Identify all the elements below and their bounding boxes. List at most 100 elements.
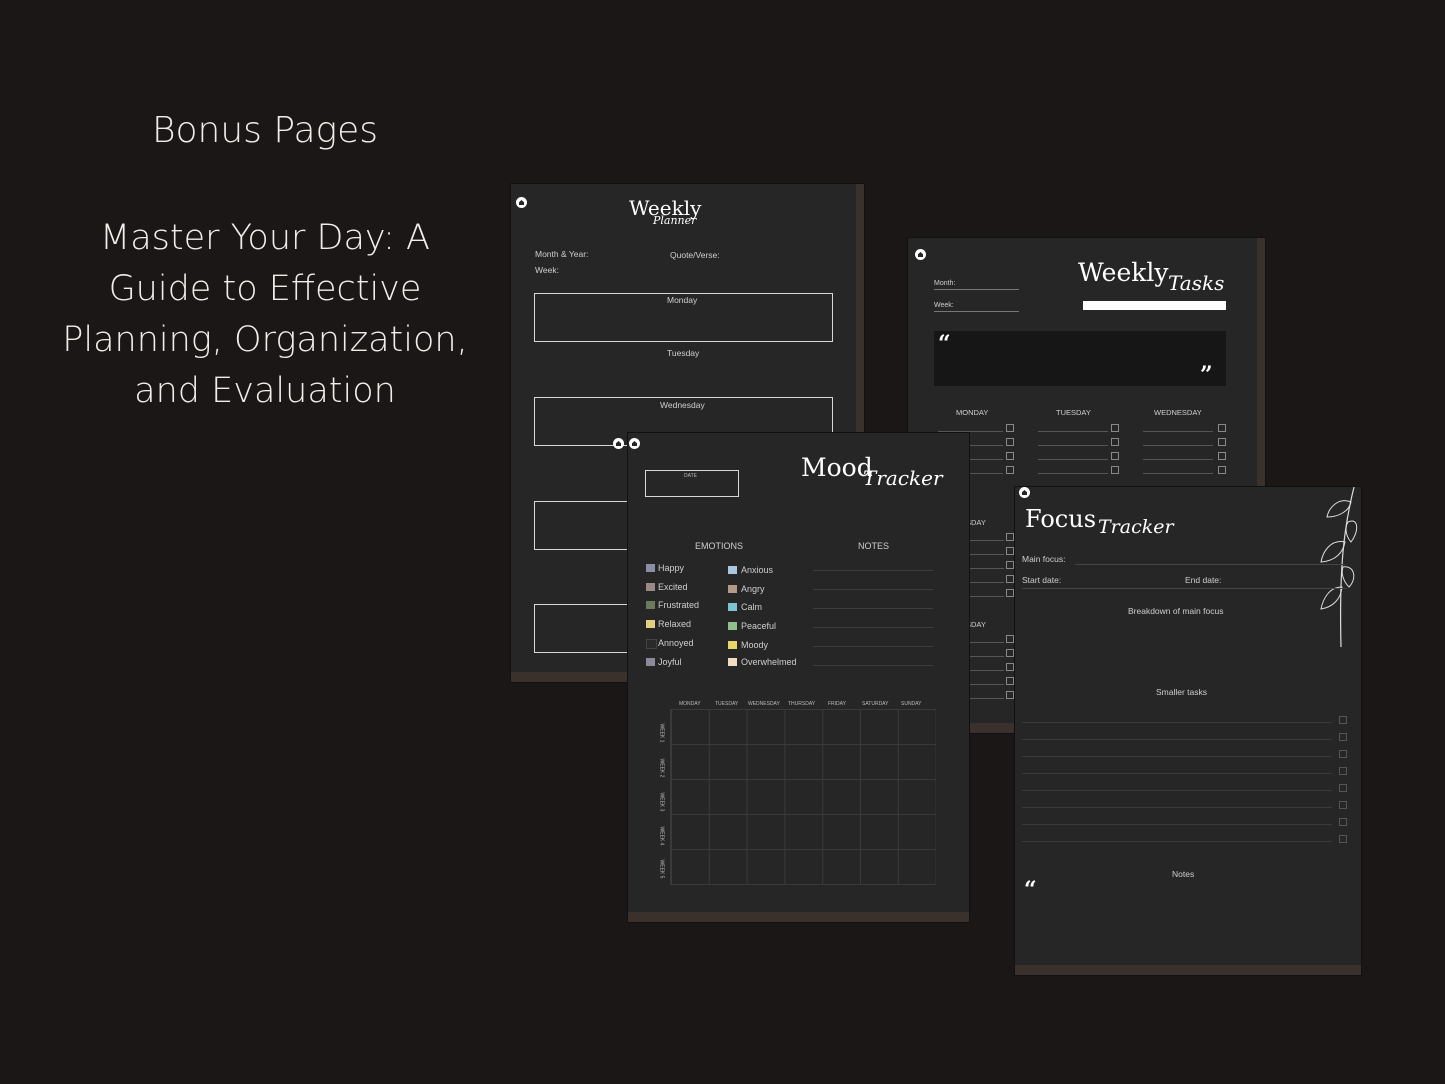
emotion-label: Angry (741, 584, 765, 594)
task-line (966, 568, 1004, 569)
task-line (1022, 773, 1332, 774)
task-line (966, 642, 1004, 643)
task-line (1038, 459, 1108, 460)
task-checkbox[interactable] (1006, 649, 1014, 657)
emotion-label: Relaxed (658, 619, 692, 629)
task-checkbox[interactable] (1006, 452, 1014, 460)
open-quote-icon: “ (938, 331, 951, 357)
task-line (966, 670, 1004, 671)
title-underline-bar (1083, 301, 1226, 310)
task-checkbox[interactable] (1339, 767, 1347, 775)
task-checkbox[interactable] (1006, 424, 1014, 432)
task-checkbox[interactable] (1006, 663, 1014, 671)
notes-line (813, 665, 933, 666)
task-checkbox[interactable] (1218, 466, 1226, 474)
emotion-label: Moody (741, 640, 769, 650)
task-line (938, 431, 1003, 432)
task-checkbox[interactable] (1339, 716, 1347, 724)
task-checkbox[interactable] (1006, 547, 1014, 555)
task-line (1022, 824, 1332, 825)
task-checkbox[interactable] (1339, 733, 1347, 741)
home-icon[interactable] (915, 249, 926, 260)
task-checkbox[interactable] (1218, 452, 1226, 460)
task-checkbox[interactable] (1006, 561, 1014, 569)
emotion-label: Joyful (658, 657, 682, 667)
weekday-label: SATURDAY (862, 701, 889, 707)
task-checkbox[interactable] (1111, 466, 1119, 474)
home-icon[interactable] (516, 197, 527, 208)
week-row-label: WEEK 4 (658, 826, 665, 846)
mood-title: Mood (801, 453, 873, 482)
weekday-label: WEDNESDAY (748, 701, 780, 707)
emotion-swatch (728, 622, 737, 630)
weekday-label: MONDAY (679, 701, 701, 707)
task-checkbox[interactable] (1218, 424, 1226, 432)
weekday-label: FRIDAY (828, 701, 846, 707)
task-checkbox[interactable] (1006, 575, 1014, 583)
close-quote-icon: ” (1200, 362, 1213, 388)
task-line (1022, 722, 1332, 723)
emotion-swatch (646, 564, 655, 572)
task-checkbox[interactable] (1339, 818, 1347, 826)
mood-grid[interactable] (670, 709, 936, 885)
task-line (1143, 473, 1213, 474)
emotion-label: Excited (658, 582, 688, 592)
home-icon[interactable] (1019, 487, 1030, 498)
task-line (1022, 807, 1332, 808)
task-line (1022, 739, 1332, 740)
tuesday-label: Tuesday (667, 348, 700, 358)
task-checkbox[interactable] (1111, 452, 1119, 460)
week-row-label: WEEK 5 (658, 859, 665, 879)
weekday-label: TUESDAY (715, 701, 739, 707)
task-line (1022, 790, 1332, 791)
task-line (966, 656, 1004, 657)
task-checkbox[interactable] (1339, 784, 1347, 792)
weekday-label: SUNDAY (901, 701, 922, 707)
task-checkbox[interactable] (1006, 635, 1014, 643)
quote-label: Quote/Verse: (670, 250, 720, 260)
home-icon[interactable] (629, 438, 640, 449)
week-line (934, 311, 1019, 312)
task-checkbox[interactable] (1111, 438, 1119, 446)
task-checkbox[interactable] (1006, 691, 1014, 699)
task-checkbox[interactable] (1218, 438, 1226, 446)
home-icon[interactable] (613, 438, 624, 449)
task-checkbox[interactable] (1339, 801, 1347, 809)
task-line (1038, 473, 1108, 474)
notes-line (813, 570, 933, 571)
task-checkbox[interactable] (1006, 589, 1014, 597)
hero-title: Bonus Pages (151, 110, 379, 151)
notes-label: Notes (1172, 869, 1195, 879)
emotion-label: Happy (658, 563, 685, 573)
task-line (1038, 445, 1108, 446)
task-checkbox[interactable] (1006, 438, 1014, 446)
open-quote-icon: “ (1024, 877, 1037, 903)
focus-title: Focus (1025, 505, 1097, 533)
start-date-label: Start date: (1022, 575, 1062, 585)
emotion-label: Overwhelmed (741, 657, 797, 667)
task-checkbox[interactable] (1006, 466, 1014, 474)
emotion-label: Annoyed (658, 638, 694, 648)
wednesday-label: Wednesday (660, 400, 705, 410)
task-checkbox[interactable] (1111, 424, 1119, 432)
page-edge (628, 912, 969, 922)
end-date-label: End date: (1185, 575, 1222, 585)
breakdown-label: Breakdown of main focus (1128, 606, 1224, 616)
task-checkbox[interactable] (1006, 533, 1014, 541)
task-line (966, 554, 1004, 555)
emotion-swatch (728, 603, 737, 611)
emotion-swatch (728, 566, 737, 574)
task-checkbox[interactable] (1339, 835, 1347, 843)
emotion-label: Frustrated (658, 600, 700, 610)
tasks-title-script: Tasks (1168, 271, 1225, 295)
task-checkbox[interactable] (1339, 750, 1347, 758)
week-row-label: WEEK 2 (658, 758, 665, 778)
quote-box[interactable] (934, 331, 1226, 386)
month-year-label: Month & Year: (535, 249, 589, 259)
mood-tracker-page: DATE Mood Tracker EMOTIONS NOTES Happy E… (613, 433, 969, 922)
emotions-label: EMOTIONS (695, 541, 744, 551)
emotion-swatch (728, 585, 737, 593)
leaf-decoration-icon (1320, 487, 1358, 647)
task-checkbox[interactable] (1006, 677, 1014, 685)
planner-title-script: Planner (653, 214, 697, 227)
